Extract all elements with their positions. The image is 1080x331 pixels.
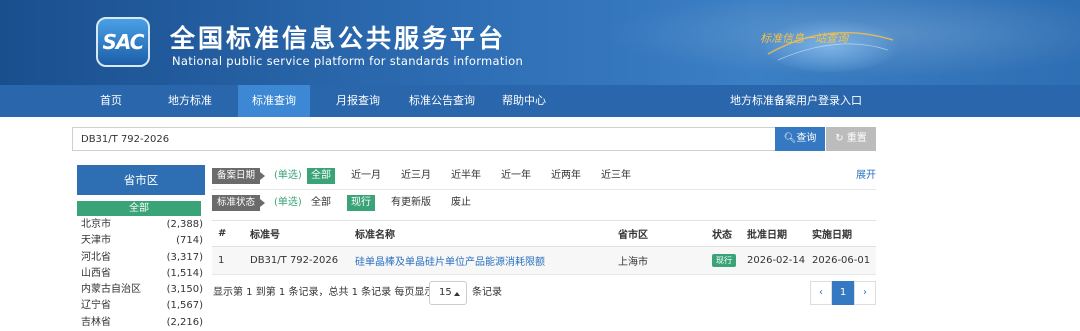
filter-date-all[interactable]: 全部 <box>307 168 335 184</box>
refresh-icon: ↻ <box>835 133 847 144</box>
region-item-jilin[interactable]: 吉林省 (2,216) <box>81 315 203 331</box>
region-count: (714) <box>176 235 203 247</box>
page-size-value: 15 <box>439 287 452 298</box>
filter-status-abolished[interactable]: 废止 <box>447 195 475 211</box>
filter-row-status: 标准状态 (单选) 全部 现行 有更新版 废止 <box>212 193 876 213</box>
nav-help-center[interactable]: 帮助中心 <box>492 85 556 117</box>
main-nav: 首页 地方标准 标准查询 月报查询 标准公告查询 帮助中心 地方标准备案用户登录… <box>0 85 1080 117</box>
search-bar: 🔍︎查询 ↻ 重置 <box>72 127 876 151</box>
filter-date-3y[interactable]: 近三年 <box>597 168 635 184</box>
nav-monthly-report[interactable]: 月报查询 <box>322 85 394 117</box>
table-header-row: # 标准号 标准名称 省市区 状态 批准日期 实施日期 <box>212 220 876 247</box>
next-page-button[interactable]: › <box>854 281 876 305</box>
filter-hint-status: (单选) <box>274 197 302 208</box>
region-item-hebei[interactable]: 河北省 (3,317) <box>81 250 203 266</box>
nav-filing-login[interactable]: 地方标准备案用户登录入口 <box>716 85 876 117</box>
page-size-suffix: 条记录 <box>472 287 502 298</box>
filter-date-6m[interactable]: 近半年 <box>447 168 485 184</box>
region-list: 北京市 (2,388) 天津市 (714) 河北省 (3,317) 山西省 (1,514… <box>81 217 203 331</box>
row-region: 上海市 <box>612 246 706 275</box>
row-approved: 2026-02-14 <box>741 246 806 275</box>
region-item-beijing[interactable]: 北京市 (2,388) <box>81 217 203 233</box>
region-panel-title: 省市区 <box>77 165 205 195</box>
search-input[interactable] <box>72 127 775 151</box>
region-count: (1,514) <box>166 267 203 279</box>
nav-standard-query[interactable]: 标准查询 <box>238 85 310 117</box>
status-badge: 现行 <box>712 254 736 267</box>
region-item-inner-mongolia[interactable]: 内蒙古自治区 (3,150) <box>81 282 203 298</box>
reset-button[interactable]: ↻ 重置 <box>826 127 876 151</box>
expand-link[interactable]: 展开 <box>856 168 876 184</box>
col-effective[interactable]: 实施日期 <box>806 220 876 247</box>
region-all[interactable]: 全部 <box>77 201 201 216</box>
region-name: 山西省 <box>81 267 111 279</box>
col-code[interactable]: 标准号 <box>244 220 349 247</box>
header-banner: SAC 全国标准信息公共服务平台 National public service… <box>0 0 1080 85</box>
nav-announcement-query[interactable]: 标准公告查询 <box>398 85 486 117</box>
region-item-liaoning[interactable]: 辽宁省 (1,567) <box>81 298 203 314</box>
filter-label-date: 备案日期 <box>212 168 266 184</box>
row-code: DB31/T 792-2026 <box>244 246 349 275</box>
row-effective: 2026-06-01 <box>806 246 876 275</box>
filter-date-3m[interactable]: 近三月 <box>397 168 435 184</box>
col-name[interactable]: 标准名称 <box>349 220 612 247</box>
search-button[interactable]: 🔍︎查询 <box>775 127 825 151</box>
caret-up-icon <box>454 292 460 296</box>
nav-local-standards[interactable]: 地方标准 <box>154 85 226 117</box>
region-count: (2,388) <box>166 219 203 230</box>
col-status[interactable]: 状态 <box>706 220 741 247</box>
prev-page-button[interactable]: ‹ <box>810 281 832 305</box>
col-index[interactable]: # <box>212 220 244 247</box>
filter-status-all[interactable]: 全部 <box>307 195 335 211</box>
filter-date-1m[interactable]: 近一月 <box>347 168 385 184</box>
region-name: 辽宁省 <box>81 300 111 312</box>
row-index: 1 <box>212 246 244 275</box>
col-approved[interactable]: 批准日期 <box>741 220 806 247</box>
page-info: 显示第 1 到第 1 条记录，总共 1 条记录 每页显示 <box>213 287 435 298</box>
filter-label-status: 标准状态 <box>212 195 266 211</box>
region-name: 河北省 <box>81 251 111 263</box>
filter-row-date: 备案日期 (单选) 全部 近一月 近三月 近半年 近一年 近两年 近三年 展开 <box>212 166 876 186</box>
page-1-button[interactable]: 1 <box>832 281 854 305</box>
region-count: (2,216) <box>166 316 203 328</box>
col-region[interactable]: 省市区 <box>612 220 706 247</box>
slogan-text: 标准信息一站查询 <box>760 32 848 45</box>
region-count: (3,150) <box>166 284 203 296</box>
filter-status-updated[interactable]: 有更新版 <box>387 195 435 211</box>
logo-text: SAC <box>102 30 145 54</box>
region-count: (3,317) <box>166 251 203 263</box>
reset-button-label: 重置 <box>846 133 867 144</box>
filter-date-1y[interactable]: 近一年 <box>497 168 535 184</box>
table-row[interactable]: 1 DB31/T 792-2026 硅单晶棒及单晶硅片单位产品能源消耗限额 上海… <box>212 246 876 275</box>
nav-home[interactable]: 首页 <box>86 85 136 117</box>
search-icon: 🔍︎ <box>783 133 797 144</box>
region-item-tianjin[interactable]: 天津市 (714) <box>81 233 203 249</box>
row-status: 现行 <box>706 246 741 275</box>
divider <box>212 189 876 190</box>
region-panel: 省市区 全部 北京市 (2,388) 天津市 (714) 河北省 (3,317) 山西… <box>77 165 205 328</box>
region-count: (1,567) <box>166 300 203 312</box>
sac-logo[interactable]: SAC <box>92 17 154 67</box>
region-name: 天津市 <box>81 235 111 247</box>
filter-date-2y[interactable]: 近两年 <box>547 168 585 184</box>
filter-hint-date: (单选) <box>274 170 302 181</box>
row-name-link[interactable]: 硅单晶棒及单晶硅片单位产品能源消耗限额 <box>349 246 612 275</box>
region-name: 北京市 <box>81 219 111 230</box>
region-item-shanxi[interactable]: 山西省 (1,514) <box>81 266 203 282</box>
region-name: 吉林省 <box>81 316 111 328</box>
site-subtitle: National public service platform for sta… <box>172 54 524 68</box>
filter-status-current[interactable]: 现行 <box>347 195 375 211</box>
results-table: # 标准号 标准名称 省市区 状态 批准日期 实施日期 1 DB31/T 792… <box>212 220 876 275</box>
region-name: 内蒙古自治区 <box>81 284 141 296</box>
search-button-label: 查询 <box>796 133 817 144</box>
page-size-select[interactable]: 15 <box>429 281 467 305</box>
site-title: 全国标准信息公共服务平台 <box>170 24 507 53</box>
